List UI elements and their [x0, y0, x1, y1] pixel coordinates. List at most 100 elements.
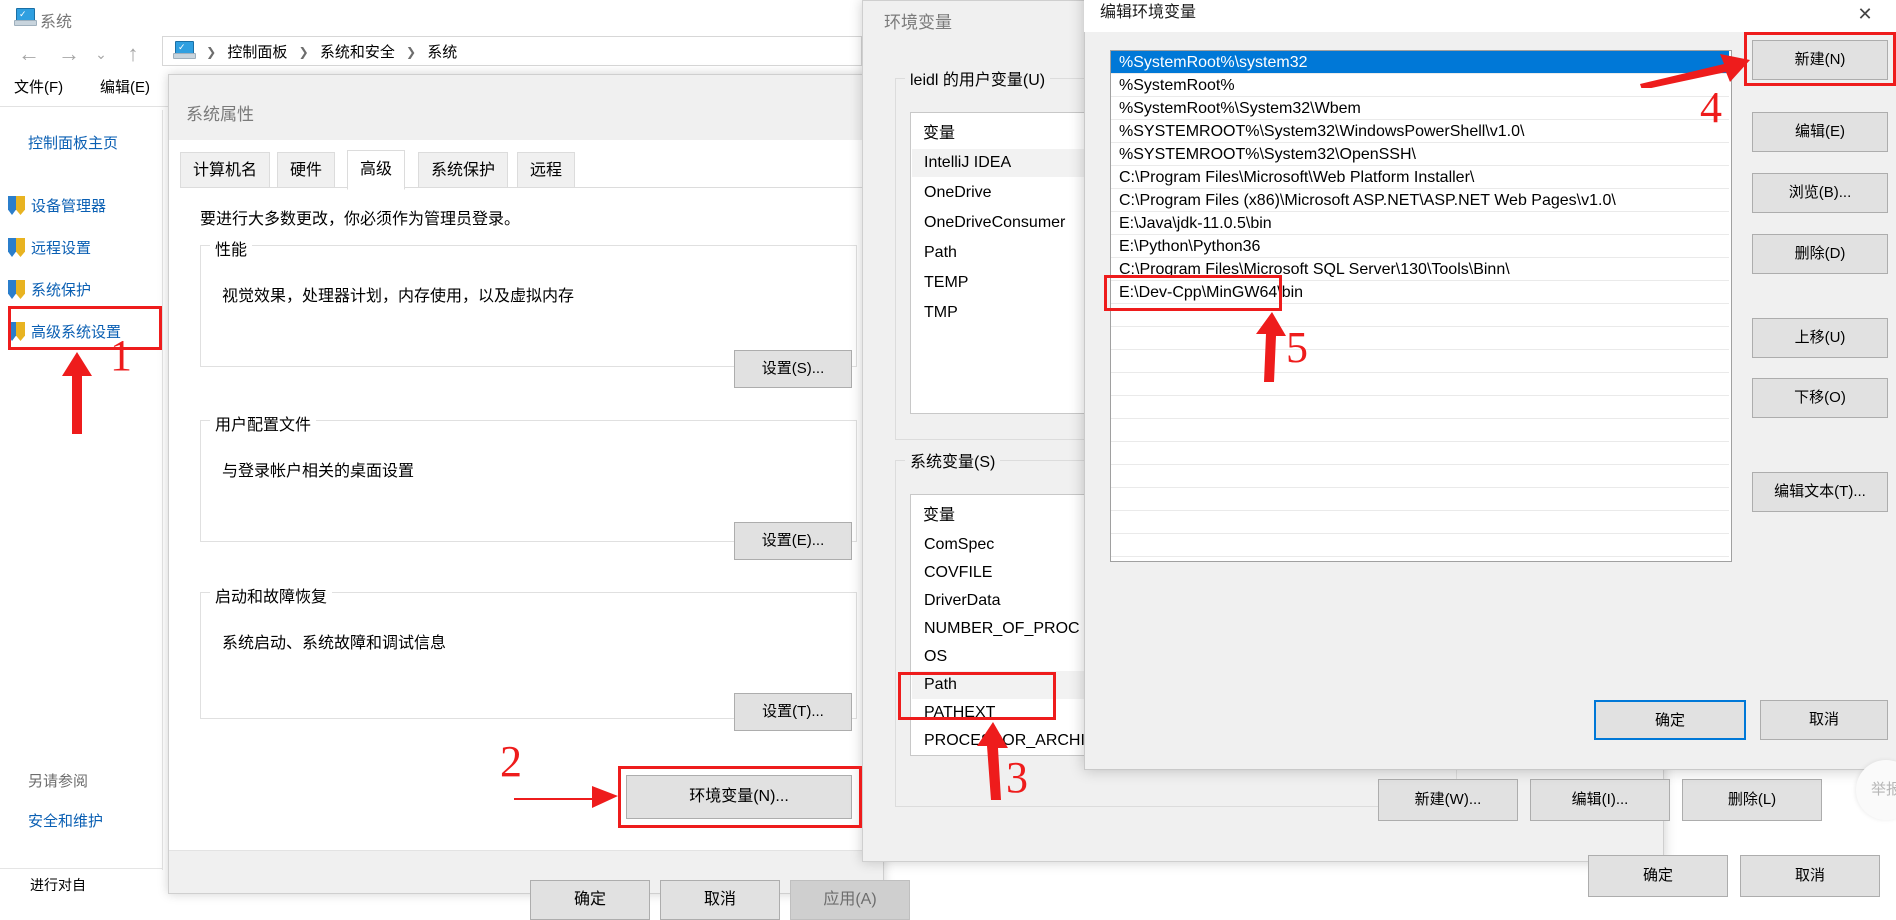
- explorer-sidebar: [0, 110, 163, 870]
- explorer-status-text: 进行对自: [30, 877, 86, 893]
- list-item-empty[interactable]: [1111, 327, 1729, 350]
- annotation-box-1: [8, 306, 162, 350]
- system-properties-footer-divider: [169, 850, 881, 851]
- computer-icon: ✓: [14, 8, 37, 26]
- list-item[interactable]: %SYSTEMROOT%\System32\OpenSSH\: [1111, 143, 1729, 166]
- close-icon[interactable]: ✕: [1848, 0, 1882, 28]
- annotation-arrow-1: [62, 352, 92, 434]
- tab-advanced[interactable]: 高级: [347, 150, 406, 190]
- edit-dialog-ok-button[interactable]: 确定: [1594, 700, 1746, 740]
- list-item-empty[interactable]: [1111, 442, 1729, 465]
- system-variables-column-header: 变量: [923, 507, 956, 524]
- list-item[interactable]: %SYSTEMROOT%\System32\WindowsPowerShell\…: [1111, 120, 1729, 143]
- annotation-number-5: 5: [1286, 323, 1308, 372]
- env-ok-button[interactable]: 确定: [1588, 855, 1728, 897]
- user-profiles-group-label: 用户配置文件: [210, 411, 317, 435]
- performance-group: [200, 245, 857, 367]
- sidebar-see-also-heading: 另请参阅: [28, 773, 89, 790]
- breadcrumb-sep: ❯: [406, 44, 417, 59]
- recent-locations-button[interactable]: ⌄: [90, 36, 112, 72]
- sidebar-control-panel-home[interactable]: 控制面板主页: [28, 132, 118, 153]
- explorer-titlebar: [0, 0, 880, 36]
- list-item[interactable]: %SystemRoot%: [1111, 74, 1729, 97]
- list-item-empty[interactable]: [1111, 511, 1729, 534]
- sidebar-item-system-protection[interactable]: 系统保护: [8, 279, 91, 300]
- edit-delete-button[interactable]: 删除(D): [1752, 234, 1888, 274]
- list-item[interactable]: C:\Program Files\Microsoft\Web Platform …: [1111, 166, 1729, 189]
- environment-variables-title: 环境变量: [884, 13, 952, 32]
- breadcrumb-1[interactable]: 系统和安全: [320, 41, 395, 62]
- startup-recovery-group-desc: 系统启动、系统故障和调试信息: [222, 635, 447, 652]
- list-item-empty[interactable]: [1111, 396, 1729, 419]
- shield-icon: [8, 280, 25, 299]
- edit-browse-button[interactable]: 浏览(B)...: [1752, 173, 1888, 213]
- user-profiles-settings-button[interactable]: 设置(E)...: [734, 522, 852, 560]
- user-profiles-group-desc: 与登录帐户相关的桌面设置: [222, 463, 415, 480]
- list-item[interactable]: %SystemRoot%\system32: [1111, 51, 1729, 74]
- edit-move-up-button[interactable]: 上移(U): [1752, 318, 1888, 358]
- list-item[interactable]: %SystemRoot%\System32\Wbem: [1111, 97, 1729, 120]
- tab-computer-name[interactable]: 计算机名: [180, 152, 271, 188]
- env-delete-button[interactable]: 删除(L): [1682, 779, 1822, 821]
- sidebar-item-label: 远程设置: [31, 240, 92, 257]
- list-item-empty[interactable]: [1111, 534, 1729, 557]
- sidebar-item-remote-settings[interactable]: 远程设置: [8, 237, 91, 258]
- annotation-box-3: [898, 672, 1056, 720]
- sidebar-item-device-manager[interactable]: 设备管理器: [8, 195, 106, 216]
- annotation-arrow-4: [1640, 54, 1750, 88]
- list-item[interactable]: E:\Python\Python36: [1111, 235, 1729, 258]
- list-item[interactable]: C:\Program Files (x86)\Microsoft ASP.NET…: [1111, 189, 1729, 212]
- annotation-box-4: [1744, 32, 1896, 86]
- list-item-empty[interactable]: [1111, 419, 1729, 442]
- shield-icon: [8, 196, 25, 215]
- list-item[interactable]: E:\Java\jdk-11.0.5\bin: [1111, 212, 1729, 235]
- menu-edit[interactable]: 编辑(E): [100, 76, 150, 97]
- forward-button[interactable]: →: [54, 36, 84, 72]
- sidebar-see-also-security[interactable]: 安全和维护: [28, 810, 103, 831]
- env-new-button[interactable]: 新建(W)...: [1378, 779, 1518, 821]
- performance-group-desc: 视觉效果，处理器计划，内存使用，以及虚拟内存: [222, 288, 575, 305]
- startup-recovery-group-label: 启动和故障恢复: [210, 583, 333, 607]
- startup-recovery-settings-button[interactable]: 设置(T)...: [734, 693, 852, 731]
- edit-edit-button[interactable]: 编辑(E): [1752, 112, 1888, 152]
- system-variables-label: 系统变量(S): [905, 448, 1001, 472]
- list-item-empty[interactable]: [1111, 465, 1729, 488]
- breadcrumb-sep: ❯: [298, 44, 309, 59]
- address-bar[interactable]: ✓ ❯ 控制面板 ❯ 系统和安全 ❯ 系统: [162, 36, 862, 66]
- admin-login-note: 要进行大多数更改，你必须作为管理员登录。: [200, 211, 521, 228]
- addressbar-computer-icon: ✓: [173, 41, 196, 60]
- edit-edit-text-button[interactable]: 编辑文本(T)...: [1752, 472, 1888, 512]
- env-edit-button[interactable]: 编辑(I)...: [1530, 779, 1670, 821]
- edit-dialog-titlebar: [1084, 0, 1896, 32]
- back-button[interactable]: ←: [14, 36, 44, 72]
- sysprops-ok-button[interactable]: 确定: [530, 880, 650, 920]
- annotation-box-5: [1104, 275, 1282, 311]
- env-cancel-button[interactable]: 取消: [1740, 855, 1880, 897]
- edit-move-down-button[interactable]: 下移(O): [1752, 378, 1888, 418]
- breadcrumb-2[interactable]: 系统: [427, 41, 457, 62]
- annotation-number-1: 1: [110, 331, 132, 380]
- system-properties-title: 系统属性: [186, 105, 254, 124]
- tab-hardware[interactable]: 硬件: [277, 152, 336, 188]
- sidebar-item-label: 系统保护: [31, 282, 92, 299]
- list-item-empty[interactable]: [1111, 350, 1729, 373]
- tab-underline: [180, 187, 870, 188]
- explorer-title: 系统: [40, 14, 73, 31]
- sysprops-cancel-button[interactable]: 取消: [660, 880, 780, 920]
- tab-remote[interactable]: 远程: [517, 152, 576, 188]
- breadcrumb-0[interactable]: 控制面板: [227, 41, 287, 62]
- user-variables-label: leidl 的用户变量(U): [905, 66, 1051, 90]
- performance-settings-button[interactable]: 设置(S)...: [734, 350, 852, 388]
- list-item-empty[interactable]: [1111, 488, 1729, 511]
- edit-dialog-cancel-button[interactable]: 取消: [1760, 700, 1888, 740]
- up-button[interactable]: ↑: [120, 36, 146, 72]
- tab-system-protection[interactable]: 系统保护: [418, 152, 509, 188]
- breadcrumb-sep: ❯: [206, 44, 217, 59]
- annotation-arrow-2: [514, 786, 618, 808]
- system-properties-tabs: 计算机名 硬件 高级 系统保护 远程: [180, 150, 870, 190]
- shield-icon: [8, 238, 25, 257]
- list-item-empty[interactable]: [1111, 373, 1729, 396]
- user-variables-column-header: 变量: [923, 125, 956, 142]
- menu-file[interactable]: 文件(F): [14, 76, 63, 97]
- sysprops-apply-button[interactable]: 应用(A): [790, 880, 910, 920]
